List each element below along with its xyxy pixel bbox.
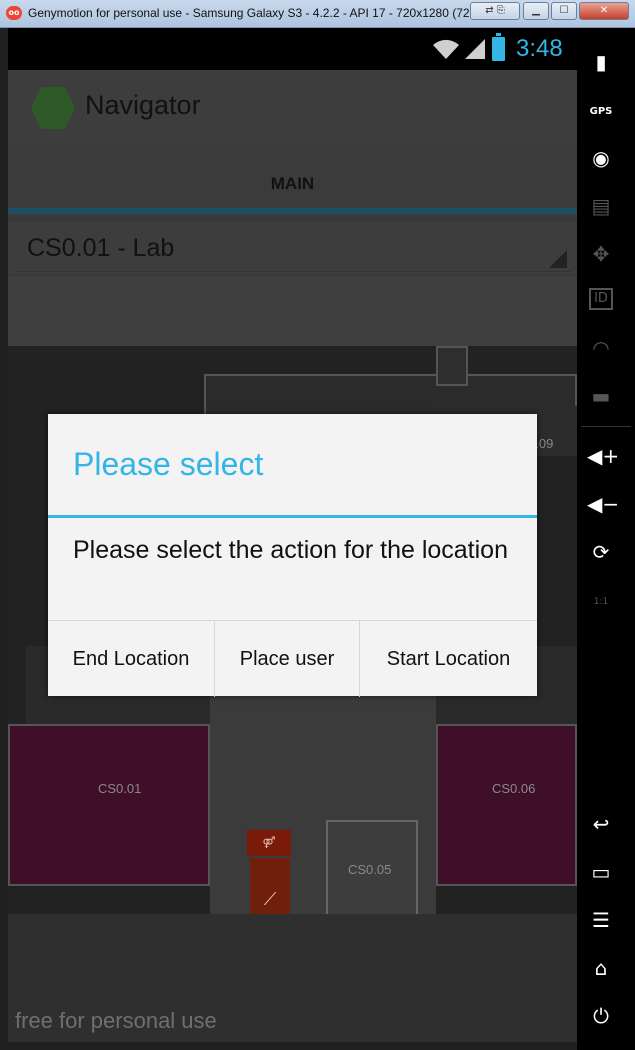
rotate-screen-icon[interactable]: ⟳ <box>587 538 615 566</box>
id-label: ID <box>594 291 608 306</box>
watermark-text: free for personal use <box>15 1008 217 1033</box>
map-bottom-area: free for personal use <box>8 914 577 1042</box>
device-id-icon[interactable]: ID <box>589 288 613 310</box>
home-icon[interactable]: ⌂ <box>587 954 615 982</box>
place-user-button[interactable]: Place user <box>215 621 360 697</box>
app-action-bar: Navigator <box>8 70 577 144</box>
dialog-message: Please select the action for the locatio… <box>73 536 508 564</box>
wifi-icon <box>433 39 459 59</box>
gps-widget-icon[interactable]: GPS <box>587 98 615 126</box>
app-title: Navigator <box>85 90 201 120</box>
genymotion-logo-icon: oo <box>6 6 22 20</box>
gps-label: GPS <box>589 106 613 117</box>
dialog-divider <box>48 515 537 518</box>
sms-widget-icon[interactable]: ▬ <box>587 382 615 410</box>
start-location-button[interactable]: Start Location <box>360 621 537 697</box>
window-titlebar: oo Genymotion for personal use - Samsung… <box>0 0 635 28</box>
network-widget-icon[interactable]: ◠ <box>587 334 615 362</box>
dialog-button-row: End Location Place user Start Location <box>48 620 537 697</box>
android-status-bar: 3:48 <box>8 28 577 70</box>
map-corridor-block <box>436 346 468 386</box>
room-label: CS0.01 <box>98 781 142 796</box>
tab-indicator <box>8 208 577 214</box>
scale-icon[interactable]: 1:1 <box>587 588 615 616</box>
capture-widget-icon[interactable]: ▤ <box>587 192 615 220</box>
close-button[interactable]: ✕ <box>579 2 629 20</box>
toilet-icon: ⚤ <box>247 830 291 856</box>
status-clock: 3:48 <box>516 35 563 62</box>
room-cs0-05[interactable]: CS0.05 <box>326 820 418 918</box>
room-cs0-06[interactable]: CS0.06 <box>436 724 577 886</box>
device-screen: 3:48 Navigator MAIN CS0.01 - Lab CS0.01 … <box>8 28 577 1042</box>
window-extra-controls[interactable]: ⇄ ⎘ <box>470 2 520 20</box>
power-icon[interactable]: ⏻ <box>587 1002 615 1030</box>
menu-icon[interactable]: ☰ <box>587 906 615 934</box>
minimize-button[interactable]: ▁ <box>523 2 549 20</box>
scale-label: 1:1 <box>593 597 609 607</box>
spinner-arrow-icon <box>549 250 567 268</box>
sidebar-separator <box>581 426 631 427</box>
room-label: CS0.05 <box>348 862 392 877</box>
room-label: CS0.06 <box>492 781 536 796</box>
app-logo-icon <box>31 87 75 129</box>
location-spinner-value: CS0.01 - Lab <box>27 234 175 262</box>
select-action-dialog: Please select Please select the action f… <box>48 414 537 697</box>
back-icon[interactable]: ↩ <box>587 810 615 838</box>
battery-widget-icon[interactable]: ▮ <box>587 48 615 76</box>
genymotion-sidebar: ▮ GPS ◉ ▤ ✥ ID ◠ ▬ ◀+ ◀− ⟳ 1:1 ↩ ▭ ☰ ⌂ ⏻ <box>577 28 635 1050</box>
genymotion-window: oo Genymotion for personal use - Samsung… <box>0 0 635 1050</box>
content-spacer <box>8 276 577 346</box>
maximize-button[interactable]: ☐ <box>551 2 577 20</box>
volume-up-icon[interactable]: ◀+ <box>587 442 619 470</box>
signal-icon <box>465 39 485 59</box>
room-cs0-01[interactable]: CS0.01 <box>8 724 210 886</box>
end-location-button[interactable]: End Location <box>48 621 215 697</box>
window-title: Genymotion for personal use - Samsung Ga… <box>28 6 478 20</box>
tab-bar: MAIN <box>8 144 577 214</box>
volume-down-icon[interactable]: ◀− <box>587 490 619 518</box>
tab-main[interactable]: MAIN <box>8 144 577 208</box>
webcam-widget-icon[interactable]: ◉ <box>587 144 615 172</box>
battery-icon <box>492 33 505 61</box>
dialog-title: Please select <box>73 446 264 482</box>
location-row: CS0.01 - Lab <box>8 222 577 274</box>
location-spinner[interactable]: CS0.01 - Lab <box>16 226 571 272</box>
remote-control-icon[interactable]: ✥ <box>587 240 615 268</box>
recent-apps-icon[interactable]: ▭ <box>587 858 615 886</box>
